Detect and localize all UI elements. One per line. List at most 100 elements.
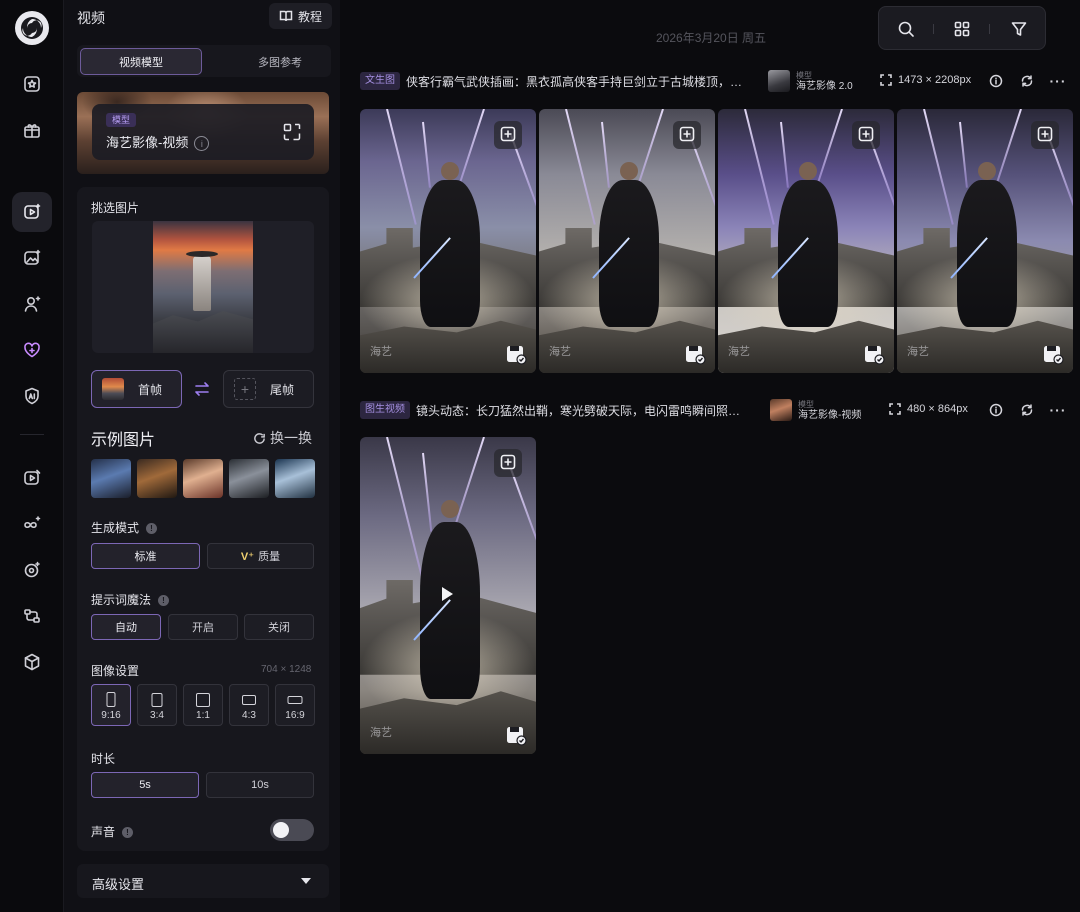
save-icon[interactable] — [1042, 343, 1064, 365]
generated-image[interactable]: 海艺 — [360, 109, 536, 373]
ratio-1-1[interactable]: 1:1 — [183, 684, 223, 726]
view-toolbar — [878, 6, 1046, 50]
grid-view-button[interactable] — [950, 17, 974, 41]
rail-item-infinite[interactable] — [12, 504, 52, 544]
duration-5s[interactable]: 5s — [91, 772, 199, 798]
help-icon[interactable]: ! — [158, 595, 170, 607]
example-images-title: 示例图片 — [91, 432, 156, 449]
info-icon[interactable]: i — [194, 136, 210, 152]
prompt-magic-off[interactable]: 关闭 — [244, 614, 314, 640]
regenerate-button[interactable] — [1019, 73, 1035, 89]
advanced-settings-label: 高级设置 — [92, 877, 145, 892]
rail-item-video-edit[interactable] — [12, 458, 52, 498]
rail-item-gift[interactable] — [12, 110, 52, 150]
plus-square-icon — [500, 454, 516, 473]
tab-video-model[interactable]: 视频模型 — [80, 48, 202, 75]
ratio-9-16[interactable]: 9:16 — [91, 684, 131, 726]
save-icon[interactable] — [505, 343, 527, 365]
panel-scrollbar[interactable] — [340, 0, 346, 912]
info-button[interactable] — [988, 402, 1004, 418]
model-thumb — [768, 70, 790, 92]
advanced-settings[interactable]: 高级设置 — [77, 864, 329, 898]
duration-10s[interactable]: 10s — [206, 772, 314, 798]
help-icon[interactable]: ! — [146, 523, 158, 535]
workflow-icon — [24, 609, 40, 623]
ratio-4-3[interactable]: 4:3 — [229, 684, 269, 726]
rail-item-image[interactable] — [12, 238, 52, 278]
watermark: 海艺 — [728, 346, 750, 358]
gen-mode-quality[interactable]: V⁺ 质量 — [207, 543, 314, 569]
example-thumb[interactable] — [91, 459, 131, 498]
example-thumb[interactable] — [229, 459, 269, 498]
video-spark-icon — [24, 203, 41, 219]
search-button[interactable] — [894, 17, 918, 41]
add-to-board-button[interactable] — [494, 449, 522, 477]
save-icon[interactable] — [863, 343, 885, 365]
rail-item-ai[interactable] — [12, 376, 52, 416]
prompt-magic-on[interactable]: 开启 — [168, 614, 238, 640]
plus-square-icon — [679, 126, 695, 145]
rail-item-video[interactable] — [12, 192, 52, 232]
generation-size: 480 × 864px — [889, 403, 968, 415]
infinity-spark-icon — [24, 516, 41, 529]
generation-model-chip[interactable]: 模型 海艺影像-视频 — [770, 398, 861, 422]
rail-item-workflow[interactable] — [12, 596, 52, 636]
generated-image[interactable]: 海艺 — [897, 109, 1073, 373]
prompt-magic-auto[interactable]: 自动 — [91, 614, 161, 640]
refresh-examples-button[interactable]: 换一换 — [253, 428, 312, 448]
rail-item-3d[interactable] — [12, 642, 52, 682]
ratio-16-9[interactable]: 16:9 — [275, 684, 315, 726]
first-frame-label: 首帧 — [138, 382, 163, 397]
generation-size: 1473 × 2208px — [880, 74, 971, 86]
more-options-icon[interactable]: ··· — [1050, 402, 1066, 418]
help-icon[interactable]: ! — [122, 827, 134, 839]
add-to-board-button[interactable] — [852, 121, 880, 149]
add-to-board-button[interactable] — [673, 121, 701, 149]
panel-title: 视频 — [77, 10, 105, 26]
swap-model-icon[interactable] — [282, 122, 304, 144]
rail-item-explore[interactable] — [12, 64, 52, 104]
generation-prompt[interactable]: 侠客行霸气武侠插画：黑衣孤高侠客手持巨剑立于古城楼顶，… — [406, 73, 758, 90]
rail-item-favorites[interactable] — [12, 330, 52, 370]
more-options-icon[interactable]: ··· — [1050, 73, 1066, 89]
rail-item-target[interactable] — [12, 550, 52, 590]
model-selector[interactable]: 模型 海艺影像-视频 i — [92, 104, 314, 160]
swap-frames-icon[interactable] — [193, 380, 211, 398]
sound-toggle[interactable] — [270, 819, 314, 841]
save-icon[interactable] — [684, 343, 706, 365]
image-upload-area[interactable] — [92, 221, 314, 353]
generated-video[interactable]: 海艺 — [360, 437, 536, 754]
left-rail — [0, 0, 64, 912]
play-icon[interactable] — [442, 587, 453, 601]
generation-prompt[interactable]: 镜头动态：长刀猛然出鞘，寒光劈破天际，电闪雷鸣瞬间照… — [416, 402, 758, 419]
gen-mode-standard[interactable]: 标准 — [91, 543, 200, 569]
tutorial-label: 教程 — [297, 9, 322, 24]
app-logo-icon[interactable] — [15, 11, 49, 45]
generation-model-chip[interactable]: 模型 海艺影像 2.0 — [768, 69, 853, 93]
example-thumb[interactable] — [137, 459, 177, 498]
add-to-board-button[interactable] — [1031, 121, 1059, 149]
regenerate-button[interactable] — [1019, 402, 1035, 418]
generated-image[interactable]: 海艺 — [539, 109, 715, 373]
generation-type-tag: 图生视频 — [360, 401, 410, 419]
example-thumb[interactable] — [275, 459, 315, 498]
tutorial-button[interactable]: 教程 — [269, 3, 332, 29]
tab-multi-image-ref[interactable]: 多图参考 — [219, 48, 341, 75]
ratio-3-4[interactable]: 3:4 — [137, 684, 177, 726]
plus-square-icon — [858, 126, 874, 145]
generation-type-tag: 文生图 — [360, 72, 400, 90]
add-to-board-button[interactable] — [494, 121, 522, 149]
example-thumb[interactable] — [183, 459, 223, 498]
filter-icon — [1011, 22, 1027, 36]
first-frame-button[interactable]: 首帧 — [91, 370, 182, 408]
info-button[interactable] — [988, 73, 1004, 89]
filter-button[interactable] — [1007, 17, 1031, 41]
expand-icon — [880, 74, 892, 86]
generated-image[interactable]: 海艺 — [718, 109, 894, 373]
expand-icon — [889, 403, 901, 415]
rail-item-character[interactable] — [12, 284, 52, 324]
last-frame-button[interactable]: + 尾帧 — [223, 370, 314, 408]
plus-square-icon — [1037, 126, 1053, 145]
save-icon[interactable] — [505, 724, 527, 746]
ratio-label: 9:16 — [101, 710, 121, 721]
